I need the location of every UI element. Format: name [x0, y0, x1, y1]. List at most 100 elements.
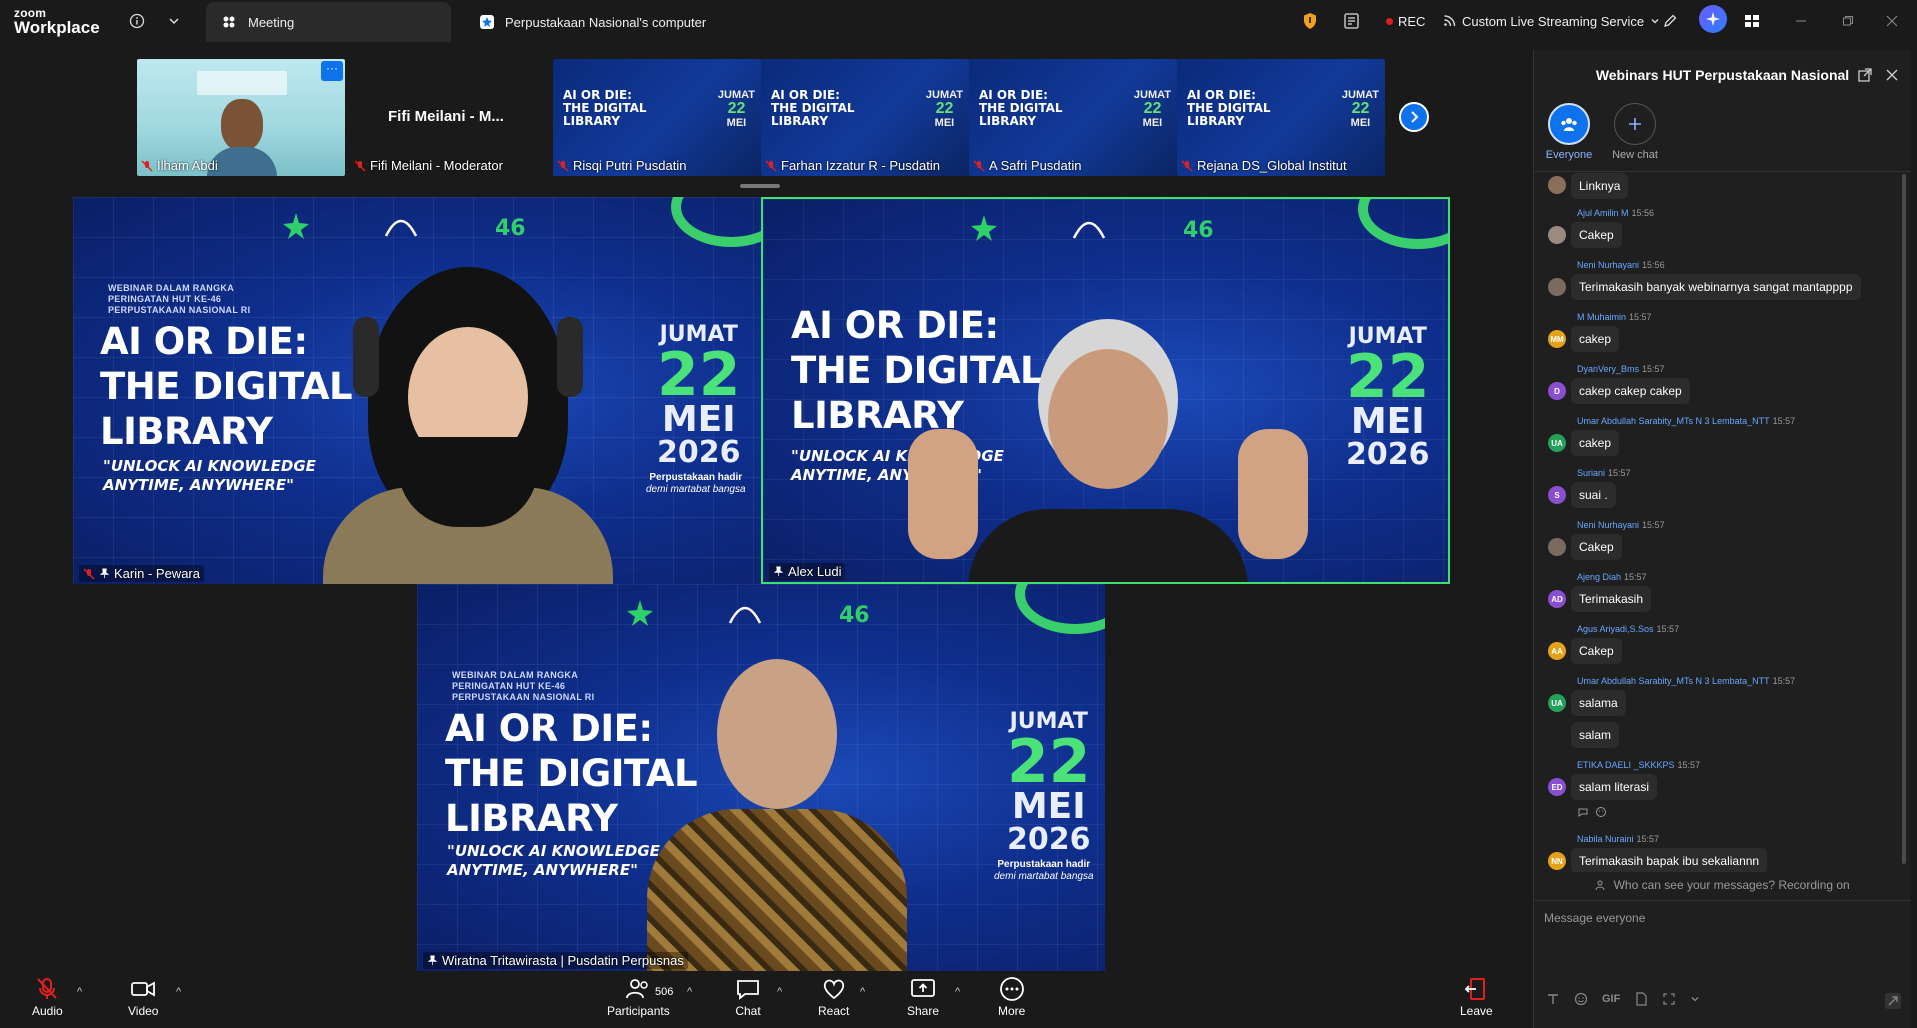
maximize-icon[interactable]	[1842, 9, 1854, 33]
file-icon[interactable]	[1634, 992, 1648, 1006]
message-text[interactable]: Linknya	[1571, 173, 1629, 199]
more-button[interactable]: More	[998, 976, 1025, 1018]
thumb-fifi-meilani[interactable]: Fifi Meilani - M... Fifi Meilani - Moder…	[350, 59, 558, 176]
participants-icon	[626, 979, 649, 999]
chat-input-area[interactable]: Message everyone	[1534, 900, 1911, 1028]
emoji-icon[interactable]	[1574, 992, 1588, 1006]
banner-logos: 46	[281, 211, 531, 241]
thumb-a-safri[interactable]: AI OR DIE: THE DIGITAL LIBRARY JUMAT 22 MEI …	[969, 59, 1177, 176]
react-button[interactable]: React	[818, 976, 849, 1018]
video-options-chevron-icon[interactable]: ^	[176, 986, 181, 998]
perpusnas-logo-icon	[971, 215, 997, 241]
message-text[interactable]: Terimakasih bapak ibu sekaliannn	[1571, 848, 1768, 872]
thumb-risqi-putri[interactable]: AI OR DIE: THE DIGITAL LIBRARY JUMAT 22 MEI …	[553, 59, 761, 176]
close-chat-icon[interactable]	[1882, 65, 1902, 85]
annotate-pen-icon[interactable]	[1662, 9, 1678, 33]
avatar: AD	[1548, 590, 1566, 608]
thumb-rejana-ds[interactable]: AI OR DIE: THE DIGITAL LIBRARY JUMAT 22 MEI …	[1177, 59, 1385, 176]
message-text[interactable]: suai .	[1571, 482, 1616, 508]
audio-options-chevron-icon[interactable]: ^	[77, 986, 82, 998]
chat-options-chevron-icon[interactable]: ^	[777, 986, 782, 998]
banner-mini-date: JUMAT 22 MEI	[1341, 89, 1379, 129]
tab-meeting[interactable]: Meeting	[206, 2, 451, 42]
security-shield-icon[interactable]	[1302, 9, 1318, 33]
banner-small-text: WEBINAR DALAM RANGKA PERINGATAN HUT KE-46…	[108, 283, 251, 315]
message-meta: Umar Abdullah Sarabity_MTs N 3 Lembata_N…	[1577, 416, 1796, 426]
message-text[interactable]: Cakep	[1571, 222, 1622, 248]
react-options-chevron-icon[interactable]: ^	[860, 986, 865, 998]
close-window-icon[interactable]	[1886, 9, 1898, 33]
message-text[interactable]: cakep	[1571, 430, 1620, 456]
banner-mini-title: AI OR DIE: THE DIGITAL LIBRARY	[771, 88, 855, 128]
recording-indicator[interactable]: REC	[1386, 9, 1425, 33]
chat-button[interactable]: Chat	[735, 976, 761, 1018]
ai-companion-icon[interactable]	[1699, 5, 1727, 33]
chat-input-placeholder: Message everyone	[1544, 911, 1646, 925]
chat-tab-new-chat[interactable]: New chat	[1610, 103, 1660, 161]
message-text[interactable]: Terimakasih	[1571, 586, 1652, 612]
message-text[interactable]: salama	[1571, 690, 1626, 716]
thumb-name: Risqi Putri Pusdatin	[557, 158, 686, 173]
screenshot-icon[interactable]	[1662, 992, 1676, 1006]
thumb-farhan-izzatur[interactable]: AI OR DIE: THE DIGITAL LIBRARY JUMAT 22 MEI …	[761, 59, 969, 176]
banner-logos: 46	[625, 598, 875, 628]
video-tile-wiratna[interactable]: 46 WEBINAR DALAM RANGKA PERINGATAN HUT KE…	[417, 584, 1105, 971]
resize-handle[interactable]	[740, 184, 780, 188]
thumb-ilham-abdi[interactable]: ··· Ilham Abdi	[137, 59, 345, 176]
share-options-chevron-icon[interactable]: ^	[955, 986, 960, 998]
notes-icon[interactable]	[1343, 9, 1361, 33]
live-streaming-menu[interactable]: Custom Live Streaming Service	[1443, 9, 1660, 33]
popout-icon[interactable]	[1855, 65, 1875, 85]
info-icon[interactable]	[126, 10, 148, 32]
heart-icon	[823, 979, 844, 1000]
message-text[interactable]: cakep	[1571, 326, 1620, 352]
share-button[interactable]: Share	[907, 976, 939, 1018]
video-tile-karin[interactable]: 46 WEBINAR DALAM RANGKA PERINGATAN HUT KE…	[73, 197, 761, 584]
message-meta: Ajul Amilin M 15:56	[1577, 208, 1655, 218]
message-meta: Suriani 15:57	[1577, 468, 1631, 478]
title-bar: zoom Workplace Meeting Perpustakaan Nasi…	[0, 0, 1917, 42]
chat-visibility-notice[interactable]: Who can see your messages? Recording on	[1534, 878, 1911, 892]
chevron-down-icon[interactable]	[163, 10, 185, 32]
avatar: NN	[1548, 852, 1566, 870]
apps-grid-icon[interactable]	[1744, 9, 1760, 33]
chat-tabs: Everyone New chat	[1544, 103, 1660, 161]
perpusnas-logo-icon	[283, 213, 309, 239]
participants-options-chevron-icon[interactable]: ^	[687, 986, 692, 998]
message-meta: Agus Ariyadi,S.Sos 15:57	[1577, 624, 1680, 634]
meeting-icon	[220, 13, 238, 31]
avatar	[1548, 226, 1566, 244]
message-meta: ETIKA DAELI _SKKKPS 15:57	[1577, 760, 1701, 770]
share-screen-icon	[911, 979, 935, 997]
chat-tab-everyone[interactable]: Everyone	[1544, 103, 1594, 161]
banner-mini-title: AI OR DIE: THE DIGITAL LIBRARY	[979, 88, 1063, 128]
message-text[interactable]: salam literasi	[1571, 774, 1658, 800]
tab-screen-share[interactable]: Perpustakaan Nasional's computer sou	[465, 2, 710, 42]
next-page-button[interactable]	[1399, 102, 1429, 132]
banner-subtitle: "UNLOCK AI KNOWLEDGE ANYTIME, ANYWHERE"	[103, 457, 316, 494]
message-text[interactable]: Terimakasih banyak webinarnya sangat man…	[1571, 274, 1861, 300]
message-text[interactable]: cakep cakep cakep	[1571, 378, 1690, 404]
reply-icon	[1578, 808, 1588, 817]
video-tile-alex-ludi[interactable]: 46 AI OR DIE: THE DIGITAL LIBRARY "UNLOCK …	[761, 197, 1450, 584]
avatar: S	[1548, 486, 1566, 504]
text-format-icon[interactable]	[1546, 992, 1560, 1006]
chevron-right-icon	[1411, 111, 1419, 123]
message-text[interactable]: Cakep	[1571, 534, 1622, 560]
gif-button[interactable]: GIF	[1602, 993, 1620, 1005]
chevron-down-icon[interactable]	[1690, 994, 1700, 1004]
avatar: UA	[1548, 694, 1566, 712]
banner-mini-title: AI OR DIE: THE DIGITAL LIBRARY	[563, 88, 647, 128]
minimize-icon[interactable]	[1795, 9, 1807, 33]
more-options-button[interactable]: ···	[321, 61, 343, 81]
mic-off-icon	[973, 160, 985, 171]
message-text[interactable]: Cakep	[1571, 638, 1622, 664]
send-button[interactable]	[1884, 992, 1904, 1012]
participant-video	[647, 659, 907, 971]
message-text[interactable]: salam	[1571, 722, 1620, 748]
svg-text:46: 46	[495, 216, 526, 241]
video-button[interactable]: Video	[128, 976, 158, 1018]
leave-button[interactable]: Leave	[1460, 976, 1493, 1018]
audio-button[interactable]: Audio	[32, 976, 63, 1018]
chat-scrollbar[interactable]	[1902, 174, 1906, 864]
